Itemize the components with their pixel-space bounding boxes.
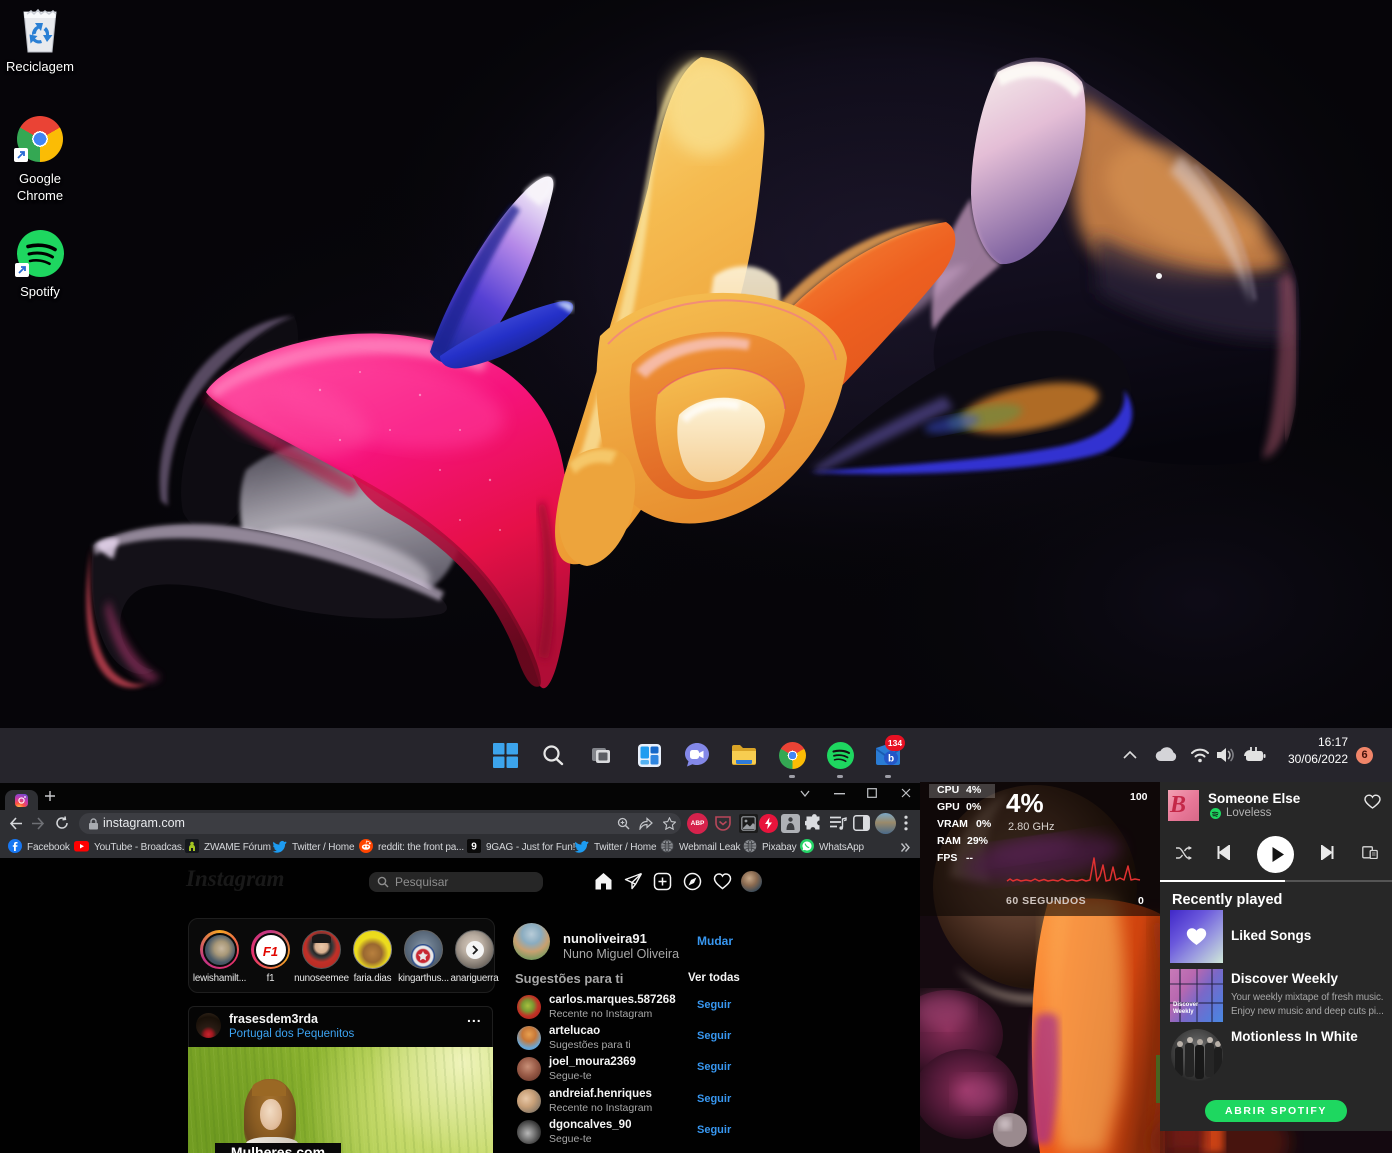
svg-text:b: b bbox=[888, 754, 894, 765]
svg-text:9: 9 bbox=[471, 842, 477, 853]
